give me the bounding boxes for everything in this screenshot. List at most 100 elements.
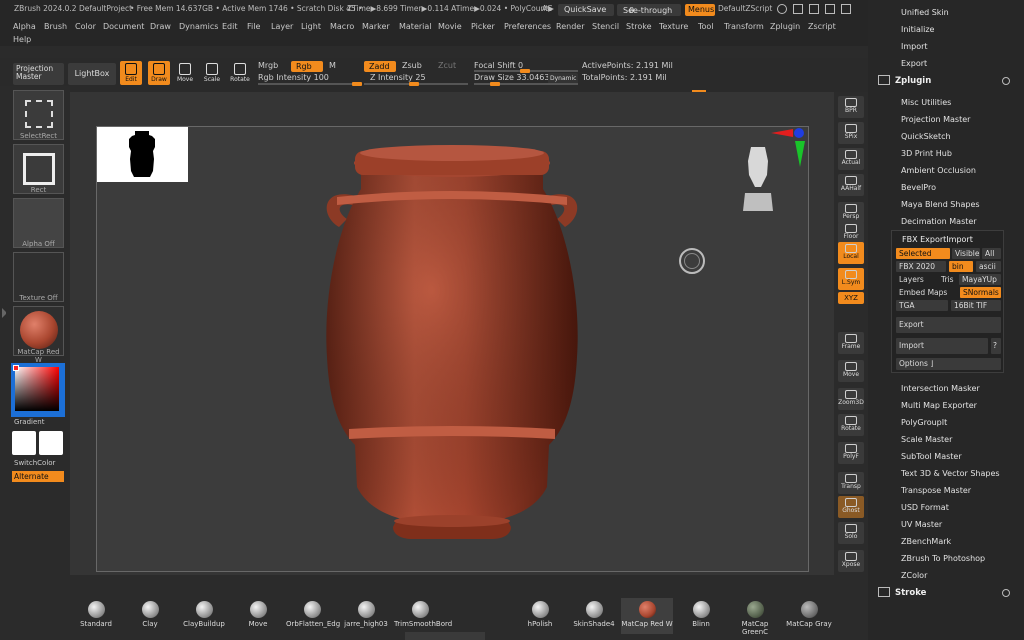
draw-size-slider[interactable]	[474, 82, 578, 86]
tray-item-scale-master[interactable]: Scale Master	[901, 435, 952, 444]
stroke-header[interactable]: Stroke	[895, 588, 926, 598]
secondary-color-swatch[interactable]	[39, 431, 63, 455]
tray-item-zbenchmark[interactable]: ZBenchMark	[901, 537, 951, 546]
menu-macro[interactable]: Macro	[330, 22, 354, 31]
tray-item-misc-utilities[interactable]: Misc Utilities	[901, 98, 951, 107]
fbx-bin-button[interactable]: bin	[949, 261, 973, 272]
projection-master-button[interactable]: Projection Master	[13, 63, 64, 85]
rotate-button[interactable]: Rotate	[229, 61, 251, 85]
switch-color-button[interactable]: SwitchColor	[14, 459, 65, 467]
shelf-move[interactable]: Move	[838, 360, 864, 382]
color-picker-square[interactable]	[15, 367, 59, 411]
brush-trimsmoothbord[interactable]: TrimSmoothBord	[394, 598, 452, 634]
tray-item-import[interactable]: Import	[901, 42, 928, 51]
document-canvas[interactable]	[96, 126, 809, 572]
left-collapse-arrow-icon[interactable]	[2, 308, 6, 318]
shelf-transp[interactable]: Transp	[838, 472, 864, 494]
shelf-floor[interactable]: Floor	[838, 222, 864, 244]
material-matcap-greenc[interactable]: MatCap GreenC	[729, 598, 781, 636]
zcut-button[interactable]: Zcut	[438, 61, 456, 70]
tray-item-decimation-master[interactable]: Decimation Master	[901, 217, 977, 226]
shelf-aahalf[interactable]: AAHalf	[838, 174, 864, 196]
help-icon[interactable]	[777, 4, 787, 14]
shelf-bpr[interactable]: BPR	[838, 96, 864, 118]
menu-zplugin[interactable]: Zplugin	[770, 22, 800, 31]
fbx-embed-maps-button[interactable]: Embed Maps	[896, 287, 958, 298]
fbx-export-button[interactable]: Export	[896, 317, 1001, 333]
fbx-import-button[interactable]: Import	[896, 338, 988, 354]
shelf-solo[interactable]: Solo	[838, 522, 864, 544]
axis-gizmo[interactable]	[769, 127, 809, 171]
menu-light[interactable]: Light	[301, 22, 321, 31]
menu-help[interactable]: Help	[13, 35, 31, 44]
material-matcap-red-w[interactable]: MatCap Red W	[621, 598, 673, 634]
maximize-icon[interactable]	[841, 4, 851, 14]
tray-item-text-3d-vector-shapes[interactable]: Text 3D & Vector Shapes	[901, 469, 1000, 478]
tray-item-maya-blend-shapes[interactable]: Maya Blend Shapes	[901, 200, 980, 209]
zadd-button[interactable]: Zadd	[364, 61, 396, 72]
menu-document[interactable]: Document	[103, 22, 144, 31]
tray-item-intersection-masker[interactable]: Intersection Masker	[901, 384, 980, 393]
main-color-swatch[interactable]	[12, 431, 36, 455]
bottom-collapse-handle[interactable]	[405, 632, 485, 640]
shelf-xpose[interactable]: Xpose	[838, 550, 864, 572]
shelf-l-sym[interactable]: L.Sym	[838, 268, 864, 290]
tray-item-zcolor[interactable]: ZColor	[901, 571, 927, 580]
menu-tool[interactable]: Tool	[698, 22, 714, 31]
menu-dynamics[interactable]: Dynamics	[179, 22, 218, 31]
focal-shift-slider[interactable]	[474, 69, 578, 73]
menu-alpha[interactable]: Alpha	[13, 22, 36, 31]
shelf-ghost[interactable]: Ghost	[838, 496, 864, 518]
zsub-button[interactable]: Zsub	[402, 61, 422, 70]
menu-transform[interactable]: Transform	[724, 22, 764, 31]
fbx-version-select[interactable]: FBX 2020	[896, 261, 946, 272]
menu-stroke[interactable]: Stroke	[626, 22, 652, 31]
fbx-tris-button[interactable]: Tris	[938, 274, 956, 285]
menu-movie[interactable]: Movie	[438, 22, 462, 31]
zplugin-refresh-icon[interactable]	[1002, 77, 1010, 85]
shelf-frame[interactable]: Frame	[838, 332, 864, 354]
fbx-selected-button[interactable]: Selected	[896, 248, 950, 259]
shelf-polyf[interactable]: PolyF	[838, 442, 864, 464]
fbx-ascii-button[interactable]: ascii	[976, 261, 1001, 272]
menu-render[interactable]: Render	[556, 22, 584, 31]
z-intensity-slider[interactable]	[364, 82, 468, 86]
menu-zscript[interactable]: Zscript	[808, 22, 836, 31]
menu-picker[interactable]: Picker	[471, 22, 495, 31]
edit-button[interactable]: Edit	[120, 61, 142, 85]
menu-draw[interactable]: Draw	[150, 22, 171, 31]
material-hpolish[interactable]: hPolish	[514, 598, 566, 634]
tray-item-ambient-occlusion[interactable]: Ambient Occlusion	[901, 166, 976, 175]
shelf-actual[interactable]: Actual	[838, 148, 864, 170]
layout-icon[interactable]	[793, 4, 803, 14]
fbx-tga-button[interactable]: TGA	[896, 300, 948, 311]
material-skinshade4[interactable]: SkinShade4	[568, 598, 620, 634]
quicksave-button[interactable]: QuickSave	[558, 4, 614, 16]
tray-item-initialize[interactable]: Initialize	[901, 25, 934, 34]
menu-brush[interactable]: Brush	[44, 22, 67, 31]
brush-orbflatten-edg[interactable]: OrbFlatten_Edg	[286, 598, 340, 634]
shelf-rotate[interactable]: Rotate	[838, 414, 864, 436]
color-picker[interactable]	[11, 363, 65, 417]
tray-item-multi-map-exporter[interactable]: Multi Map Exporter	[901, 401, 977, 410]
fbx-layers-button[interactable]: Layers	[896, 274, 936, 285]
shelf-xyz[interactable]: XYZ	[838, 292, 864, 304]
tray-item-bevelpro[interactable]: BevelPro	[901, 183, 936, 192]
zplugin-header[interactable]: Zplugin	[895, 76, 931, 86]
rgb-button[interactable]: Rgb	[291, 61, 323, 72]
scale-button[interactable]: Scale	[201, 61, 223, 85]
brush-jarre-high03[interactable]: jarre_high03	[340, 598, 392, 634]
see-through-slider[interactable]: See-through 0	[617, 4, 681, 16]
menu-layer[interactable]: Layer	[271, 22, 293, 31]
gradient-caption[interactable]: Gradient	[14, 418, 65, 426]
tray-item-projection-master[interactable]: Projection Master	[901, 115, 970, 124]
brush-standard[interactable]: Standard	[70, 598, 122, 634]
material-matcap-gray[interactable]: MatCap Gray	[783, 598, 835, 634]
tray-item-zbrush-to-photoshop[interactable]: ZBrush To Photoshop	[901, 554, 985, 563]
draw-button[interactable]: Draw	[148, 61, 170, 85]
m-button[interactable]: M	[329, 61, 336, 70]
swatch-icon[interactable]	[809, 4, 819, 14]
menu-marker[interactable]: Marker	[362, 22, 390, 31]
fbx-all-button[interactable]: All	[982, 248, 1001, 259]
shelf-local[interactable]: Local	[838, 242, 864, 264]
